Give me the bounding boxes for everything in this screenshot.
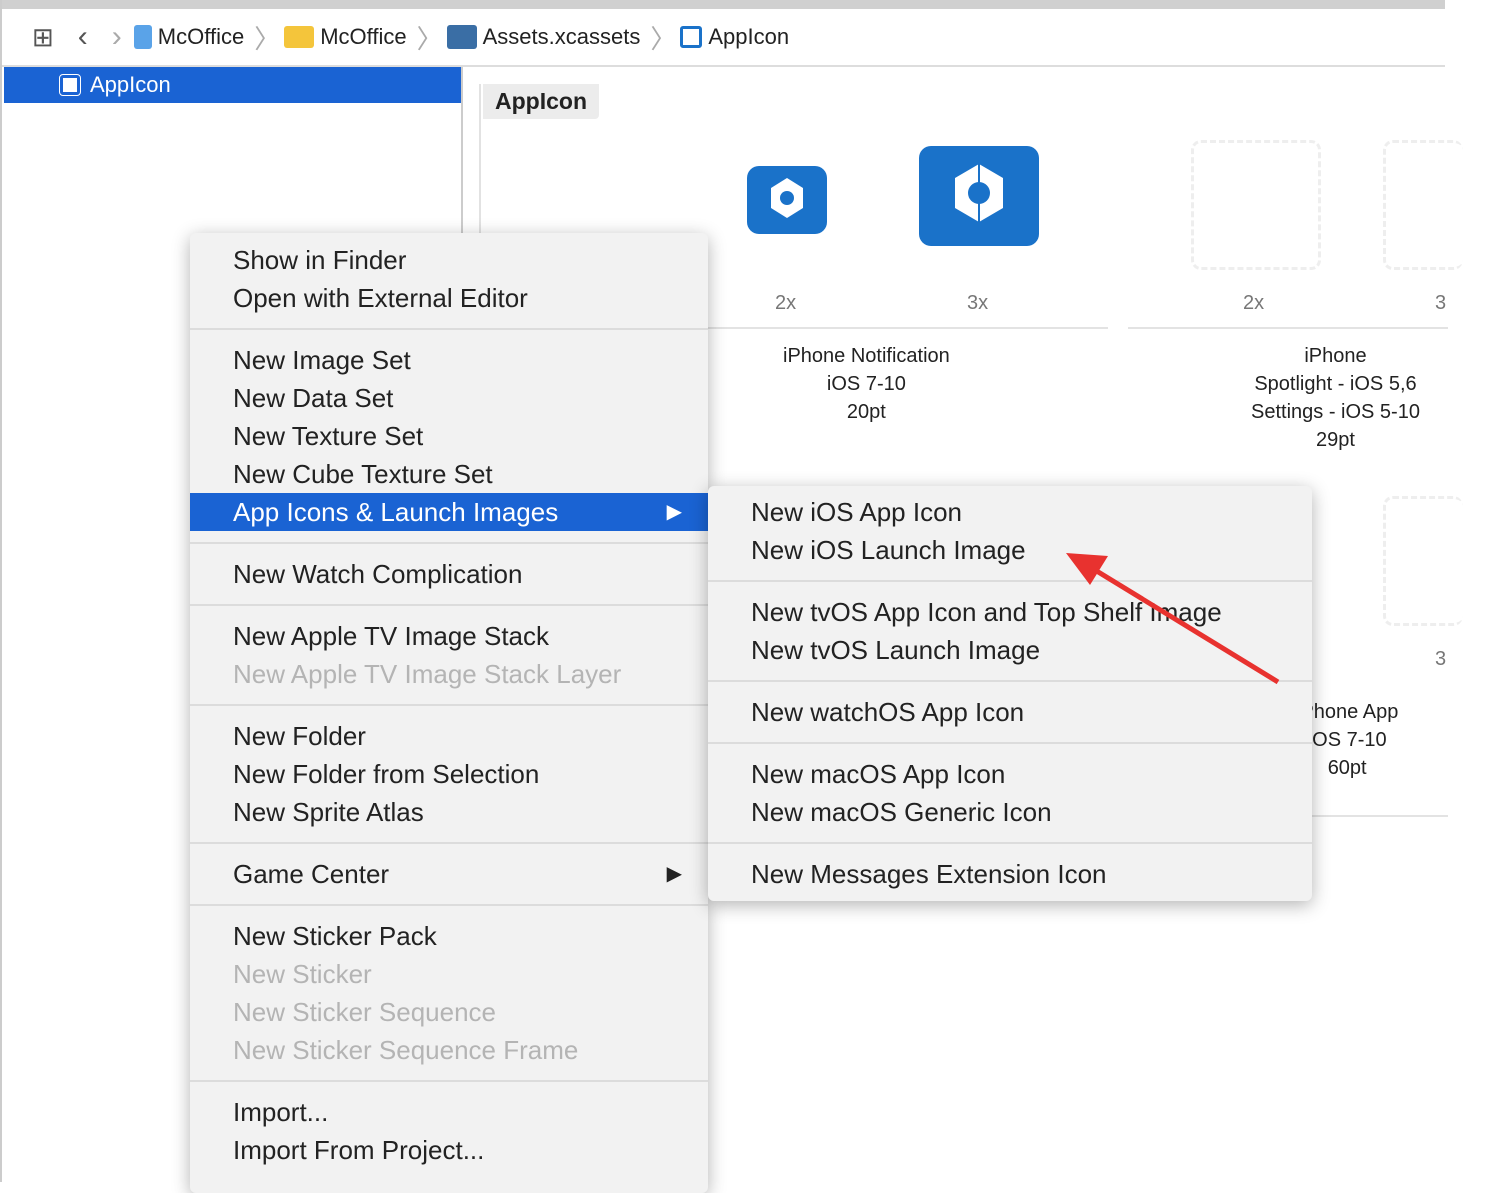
annotation-arrow <box>1066 553 1280 685</box>
